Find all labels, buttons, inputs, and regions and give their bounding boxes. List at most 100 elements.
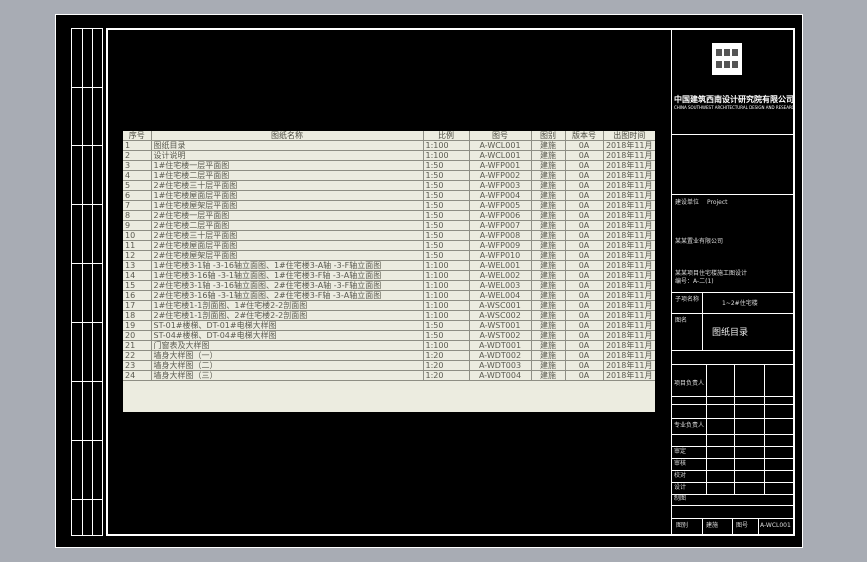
row-index: 8 bbox=[123, 210, 151, 221]
row-category: 建施 bbox=[530, 200, 565, 211]
table-row: 2 设计说明 1:100 A-WCL001 建施 0A 2018年11月 bbox=[123, 150, 655, 161]
row-name: 1#住宅楼屋架层平面图 bbox=[150, 200, 423, 211]
row-version: 0A bbox=[564, 300, 603, 311]
row-name: 1#住宅楼一层平面图 bbox=[150, 160, 423, 171]
row-date: 2018年11月 bbox=[602, 200, 655, 211]
row-scale: 1:50 bbox=[422, 240, 469, 251]
row-date: 2018年11月 bbox=[602, 240, 655, 251]
row-name: 设计说明 bbox=[150, 150, 423, 161]
row-version: 0A bbox=[564, 160, 603, 171]
row-scale: 1:50 bbox=[422, 330, 469, 341]
row-index: 13 bbox=[123, 260, 151, 271]
footer-type-label: 图别 bbox=[676, 522, 689, 529]
row-category: 建施 bbox=[530, 180, 565, 191]
row-drawing-no: A-WFP007 bbox=[468, 220, 531, 231]
row-category: 建施 bbox=[530, 260, 565, 271]
header-index: 序号 bbox=[123, 131, 151, 141]
row-date: 2018年11月 bbox=[602, 250, 655, 261]
row-scale: 1:100 bbox=[422, 340, 469, 351]
table-row: 13 1#住宅楼3-1轴 -3-16轴立面图、1#住宅楼3-A轴 -3-F轴立面图… bbox=[123, 260, 655, 271]
row-version: 0A bbox=[564, 270, 603, 281]
footer-number-label: 图号 bbox=[736, 522, 749, 529]
row-date: 2018年11月 bbox=[602, 280, 655, 291]
row-category: 建施 bbox=[530, 280, 565, 291]
row-category: 建施 bbox=[530, 290, 565, 301]
row-scale: 1:20 bbox=[422, 360, 469, 371]
row-index: 14 bbox=[123, 270, 151, 281]
row-category: 建施 bbox=[530, 220, 565, 231]
row-category: 建施 bbox=[530, 150, 565, 161]
row-name: 2#住宅楼3-16轴 -3-1轴立面图、2#住宅楼3-F轴 -3-A轴立面图 bbox=[150, 290, 423, 301]
project-value: Project bbox=[707, 199, 728, 206]
row-drawing-no: A-WFP006 bbox=[468, 210, 531, 221]
row-date: 2018年11月 bbox=[602, 350, 655, 361]
row-name: 2#住宅楼屋架层平面图 bbox=[150, 250, 423, 261]
row-drawing-no: A-WEL004 bbox=[468, 290, 531, 301]
row-date: 2018年11月 bbox=[602, 270, 655, 281]
row-category: 建施 bbox=[530, 250, 565, 261]
company-logo bbox=[712, 43, 742, 75]
row-date: 2018年11月 bbox=[602, 230, 655, 241]
label-design: 设计 bbox=[674, 484, 687, 491]
label-check: 校对 bbox=[674, 472, 687, 479]
table-row: 24 墙身大样图（三） 1:20 A-WDT004 建施 0A 2018年11月 bbox=[123, 370, 655, 381]
row-index: 11 bbox=[123, 240, 151, 251]
row-name: 1#住宅楼1-1剖面图、1#住宅楼2-2剖面图 bbox=[150, 300, 423, 311]
row-date: 2018年11月 bbox=[602, 320, 655, 331]
row-date: 2018年11月 bbox=[602, 370, 655, 381]
row-name: 1#住宅楼屋面层平面图 bbox=[150, 190, 423, 201]
row-scale: 1:50 bbox=[422, 160, 469, 171]
row-index: 21 bbox=[123, 340, 151, 351]
table-row: 4 1#住宅楼二层平面图 1:50 A-WFP002 建施 0A 2018年11月 bbox=[123, 170, 655, 181]
row-name: 2#住宅楼一层平面图 bbox=[150, 210, 423, 221]
row-name: 2#住宅楼二层平面图 bbox=[150, 220, 423, 231]
row-category: 建施 bbox=[530, 300, 565, 311]
row-version: 0A bbox=[564, 260, 603, 271]
label-approve: 审定 bbox=[674, 448, 687, 455]
row-name: 门窗表及大样图 bbox=[150, 340, 423, 351]
row-index: 10 bbox=[123, 230, 151, 241]
row-drawing-no: A-WFP009 bbox=[468, 240, 531, 251]
footer-type-value: 建施 bbox=[706, 522, 719, 529]
label-review: 审核 bbox=[674, 460, 687, 467]
row-version: 0A bbox=[564, 180, 603, 191]
row-scale: 1:50 bbox=[422, 230, 469, 241]
project-note-2: 编号：A-二(1) bbox=[675, 278, 714, 285]
row-scale: 1:50 bbox=[422, 200, 469, 211]
table-row: 6 1#住宅楼屋面层平面图 1:50 A-WFP004 建施 0A 2018年11月 bbox=[123, 190, 655, 201]
row-name: 1#住宅楼二层平面图 bbox=[150, 170, 423, 181]
row-drawing-no: A-WSC002 bbox=[468, 310, 531, 321]
row-version: 0A bbox=[564, 240, 603, 251]
table-row: 14 1#住宅楼3-16轴 -3-1轴立面图、1#住宅楼3-F轴 -3-A轴立面图… bbox=[123, 270, 655, 281]
row-scale: 1:100 bbox=[422, 310, 469, 321]
table-row: 8 2#住宅楼一层平面图 1:50 A-WFP006 建施 0A 2018年11月 bbox=[123, 210, 655, 221]
row-version: 0A bbox=[564, 150, 603, 161]
row-category: 建施 bbox=[530, 350, 565, 361]
row-index: 15 bbox=[123, 280, 151, 291]
row-date: 2018年11月 bbox=[602, 360, 655, 371]
row-version: 0A bbox=[564, 220, 603, 231]
row-drawing-no: A-WDT001 bbox=[468, 340, 531, 351]
row-version: 0A bbox=[564, 360, 603, 371]
row-index: 4 bbox=[123, 170, 151, 181]
table-row: 12 2#住宅楼屋架层平面图 1:50 A-WFP010 建施 0A 2018年11月 bbox=[123, 250, 655, 261]
table-row: 11 2#住宅楼屋面层平面图 1:50 A-WFP009 建施 0A 2018年11月 bbox=[123, 240, 655, 251]
row-scale: 1:100 bbox=[422, 150, 469, 161]
row-index: 3 bbox=[123, 160, 151, 171]
row-drawing-no: A-WFP005 bbox=[468, 200, 531, 211]
row-drawing-no: A-WDT003 bbox=[468, 360, 531, 371]
row-category: 建施 bbox=[530, 140, 565, 151]
row-drawing-no: A-WEL001 bbox=[468, 260, 531, 271]
row-name: ST-01#楼梯、DT-01#电梯大样图 bbox=[150, 320, 423, 331]
company-name: 中国建筑西南设计研究院有限公司 bbox=[674, 95, 794, 104]
row-index: 17 bbox=[123, 300, 151, 311]
row-drawing-no: A-WSC001 bbox=[468, 300, 531, 311]
row-category: 建施 bbox=[530, 210, 565, 221]
row-scale: 1:100 bbox=[422, 290, 469, 301]
row-scale: 1:50 bbox=[422, 170, 469, 181]
row-index: 1 bbox=[123, 140, 151, 151]
row-name: 2#住宅楼三十层平面图 bbox=[150, 180, 423, 191]
row-index: 9 bbox=[123, 220, 151, 231]
drawing-title: 图纸目录 bbox=[712, 328, 749, 338]
row-index: 19 bbox=[123, 320, 151, 331]
